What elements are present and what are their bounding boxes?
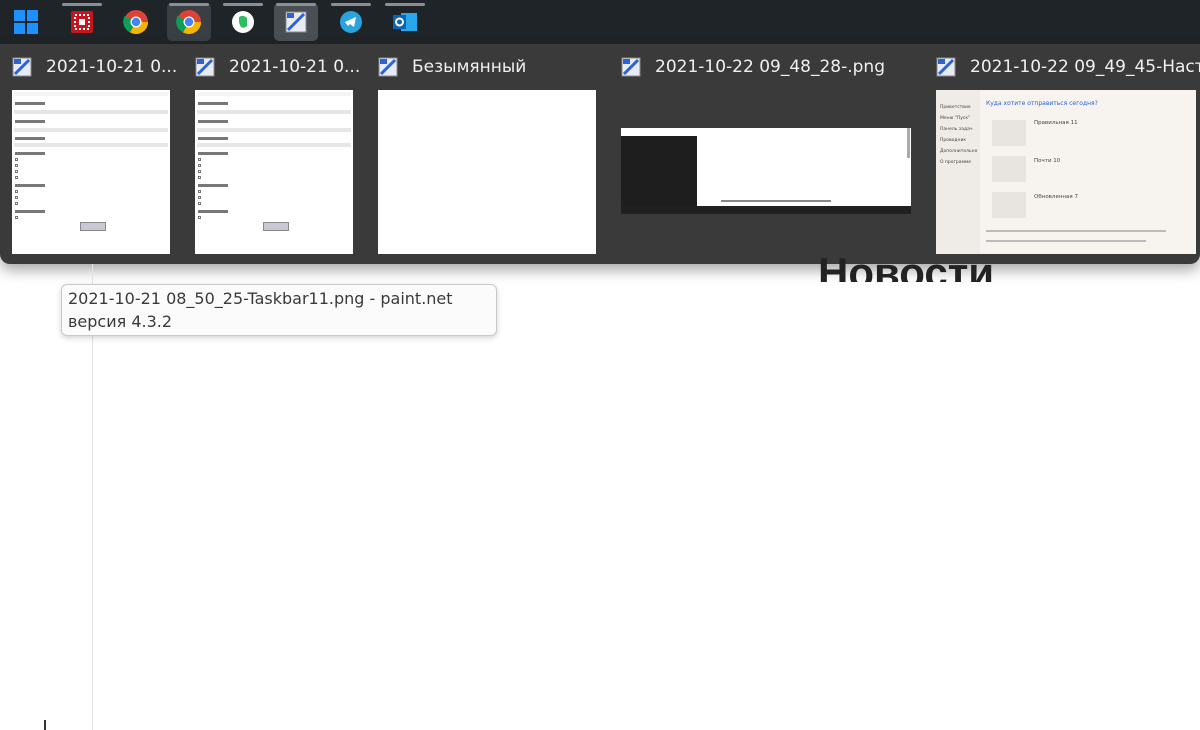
preview-sidebar-item: Приветствие xyxy=(940,105,971,110)
running-indicator xyxy=(62,3,102,6)
window-thumbnail-1[interactable]: 2021-10-21 0... xyxy=(12,44,177,264)
window-thumbnail-5[interactable]: 2021-10-22 09_49_45-Наст... Приветствие … xyxy=(936,44,1200,264)
window-thumbnail-3[interactable]: Безымянный xyxy=(378,44,596,264)
windows-logo-icon xyxy=(14,10,38,34)
thumbnail-title: 2021-10-22 09_49_45-Наст... xyxy=(936,54,1200,80)
thumbnail-title-text: Безымянный xyxy=(412,57,527,77)
window-thumbnail-4[interactable]: 2021-10-22 09_48_28-.png xyxy=(621,44,911,264)
taskbar-app-outlook[interactable] xyxy=(383,3,427,41)
paint-net-icon xyxy=(621,57,641,77)
paint-net-icon xyxy=(378,57,398,77)
taskbar-thumbnail-flyout: 2021-10-21 0... 2021-10-21 0... Безымянн… xyxy=(0,44,1200,264)
preview-sidebar-item: О программе xyxy=(940,160,972,165)
telegram-icon xyxy=(340,11,362,33)
paint-net-icon xyxy=(285,11,307,33)
preview-option: Почти 10 xyxy=(1034,158,1061,164)
thumbnail-title-text: 2021-10-22 09_49_45-Наст... xyxy=(970,57,1200,77)
thumbnail-title-text: 2021-10-21 0... xyxy=(46,57,178,77)
page-heading: Новости xyxy=(818,252,995,282)
paint-net-icon xyxy=(12,57,32,77)
preview-sidebar-item: Панель задач xyxy=(940,127,973,132)
preview-sidebar-item: Проводник xyxy=(940,138,967,143)
start-button[interactable] xyxy=(4,3,48,41)
thumbnail-preview xyxy=(12,90,170,254)
window-tooltip: 2021-10-21 08_50_25-Taskbar11.png - pain… xyxy=(61,284,497,336)
window-thumbnail-2[interactable]: 2021-10-21 0... xyxy=(195,44,360,264)
preview-option: Обновленная 7 xyxy=(1034,194,1078,200)
thumbnail-preview-blank xyxy=(378,90,596,254)
chrome-icon xyxy=(123,10,148,35)
thumbnail-title: Безымянный xyxy=(378,54,526,80)
thumbnail-title: 2021-10-22 09_48_28-.png xyxy=(621,54,885,80)
thumbnail-title: 2021-10-21 0... xyxy=(195,54,360,80)
running-indicator xyxy=(331,3,371,6)
red-app-icon xyxy=(71,11,93,33)
preview-sidebar-item: Меню "Пуск" xyxy=(940,116,971,121)
thumbnail-title-text: 2021-10-21 0... xyxy=(229,57,361,77)
paint-net-icon xyxy=(195,57,215,77)
preview-option: Правильная 11 xyxy=(1034,120,1078,126)
preview-sidebar-item: Дополнительно xyxy=(940,149,978,154)
paint-net-icon xyxy=(936,57,956,77)
taskbar-app-evernote[interactable] xyxy=(221,3,265,41)
running-indicator xyxy=(385,3,425,6)
evernote-icon xyxy=(232,11,254,33)
taskbar-app-paintnet[interactable] xyxy=(274,3,318,41)
chrome-icon xyxy=(176,10,201,35)
thumbnail-preview xyxy=(195,90,353,254)
taskbar-app-chrome-active[interactable] xyxy=(167,3,211,41)
text-cursor xyxy=(44,720,46,730)
running-indicator xyxy=(276,3,316,6)
taskbar-app-telegram[interactable] xyxy=(329,3,373,41)
taskbar-app-red[interactable] xyxy=(60,3,104,41)
preview-heading: Куда хотите отправиться сегодня? xyxy=(986,100,1098,107)
thumbnail-preview: Приветствие Меню "Пуск" Панель задач Про… xyxy=(936,90,1196,254)
running-indicator xyxy=(223,3,263,6)
taskbar xyxy=(0,0,1200,44)
thumbnail-title: 2021-10-21 0... xyxy=(12,54,177,80)
outlook-icon xyxy=(393,13,417,31)
thumbnail-title-text: 2021-10-22 09_48_28-.png xyxy=(655,57,885,77)
running-indicator xyxy=(169,3,209,6)
taskbar-app-chrome[interactable] xyxy=(114,3,158,41)
thumbnail-preview xyxy=(621,128,911,214)
